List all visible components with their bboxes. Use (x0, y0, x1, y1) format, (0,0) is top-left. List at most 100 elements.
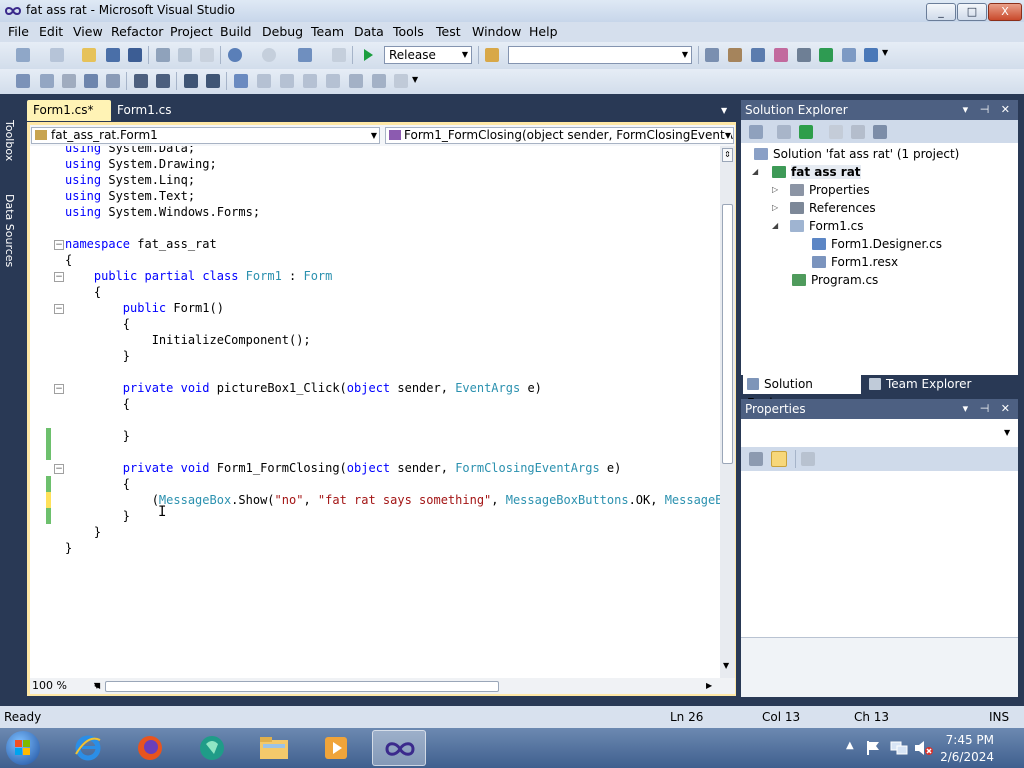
menu-edit[interactable]: Edit (39, 24, 63, 39)
increase-indent-icon[interactable] (156, 74, 170, 88)
taskbar-visual-studio[interactable] (372, 730, 426, 766)
collapse-method-icon[interactable]: − (54, 384, 64, 394)
scroll-right-icon[interactable]: ▶ (706, 681, 712, 690)
previous-bookmark-icon[interactable] (257, 74, 271, 88)
code-line[interactable]: using System.Text; (65, 188, 195, 204)
tree-item-properties[interactable]: ▷ Properties (772, 181, 870, 199)
code-line[interactable]: { (65, 284, 101, 300)
taskbar-app[interactable] (186, 730, 240, 766)
tree-item-program[interactable]: Program.cs (792, 271, 878, 289)
solution-tree[interactable]: Solution 'fat ass rat' (1 project) ◢ fat … (741, 143, 1018, 375)
tree-item-solution[interactable]: Solution 'fat ass rat' (1 project) (754, 145, 959, 163)
code-line[interactable]: { (65, 476, 130, 492)
tab-team-explorer[interactable]: Team Explorer (865, 375, 985, 394)
quick-info-icon[interactable] (62, 74, 76, 88)
menu-help[interactable]: Help (529, 24, 558, 39)
menu-file[interactable]: File (8, 24, 29, 39)
display-word-completion-icon[interactable] (106, 74, 120, 88)
tree-item-form1-designer[interactable]: Form1.Designer.cs (812, 235, 942, 253)
code-line[interactable]: { (65, 316, 130, 332)
code-line[interactable]: public Form1() (65, 300, 224, 316)
copy-icon[interactable] (178, 48, 192, 62)
vertical-scroll-thumb[interactable] (722, 204, 733, 464)
tab-list-dropdown-icon[interactable]: ▼ (721, 106, 727, 115)
taskbar-media-player[interactable] (310, 730, 364, 766)
panel-controls[interactable]: ▾ ⊣ ✕ (963, 100, 1014, 120)
code-line[interactable]: } (65, 348, 130, 364)
collapse-namespace-icon[interactable]: − (54, 240, 64, 250)
properties-grid[interactable] (741, 471, 1018, 637)
members-dropdown[interactable]: Form1_FormClosing(object sender, FormClo… (385, 127, 734, 144)
view-designer-icon[interactable] (851, 125, 865, 139)
menu-window[interactable]: Window (472, 24, 521, 39)
view-class-diagram-icon[interactable] (873, 125, 887, 139)
start-page-icon[interactable] (819, 48, 833, 62)
parameter-info-icon[interactable] (40, 74, 54, 88)
categorized-icon[interactable] (749, 452, 763, 466)
uncomment-icon[interactable] (206, 74, 220, 88)
object-browser-icon[interactable] (751, 48, 765, 62)
decrease-indent-icon[interactable] (134, 74, 148, 88)
navigate-backward-icon[interactable] (298, 48, 312, 62)
collapsed-arrow-icon[interactable]: ▷ (772, 199, 778, 217)
cut-icon[interactable] (156, 48, 170, 62)
volume-muted-icon[interactable] (914, 740, 934, 756)
next-bookmark-in-folder-icon[interactable] (326, 74, 340, 88)
minimize-button[interactable]: _ (926, 3, 956, 21)
types-dropdown[interactable]: fat_ass_rat.Form1 ▼ (31, 127, 380, 144)
toolbox-icon[interactable] (797, 48, 811, 62)
solution-configuration-dropdown[interactable]: Release ▼ (384, 46, 472, 64)
previous-bookmark-in-document-icon[interactable] (349, 74, 363, 88)
properties-object-dropdown[interactable]: ▼ (741, 419, 1018, 448)
code-line[interactable]: namespace fat_ass_rat (65, 236, 217, 252)
redo-icon[interactable] (262, 48, 276, 62)
alphabetical-icon[interactable] (771, 451, 787, 467)
menu-tools[interactable]: Tools (393, 24, 424, 39)
chevron-down-icon[interactable]: ▼ (882, 48, 888, 57)
collapsed-arrow-icon[interactable]: ▷ (772, 181, 778, 199)
properties-icon[interactable] (749, 125, 763, 139)
code-line[interactable]: using System.Windows.Forms; (65, 204, 260, 220)
comment-out-icon[interactable] (184, 74, 198, 88)
refresh-icon[interactable] (799, 125, 813, 139)
add-item-icon[interactable] (50, 48, 64, 62)
open-file-icon[interactable] (82, 48, 96, 62)
start-button[interactable] (6, 731, 40, 765)
tab-form1-cs[interactable]: Form1.cs* (27, 100, 111, 121)
code-line[interactable]: using System.Data; (65, 146, 195, 156)
show-all-files-icon[interactable] (777, 125, 791, 139)
command-window-icon[interactable] (864, 48, 878, 62)
new-project-icon[interactable] (16, 48, 30, 62)
taskbar-explorer[interactable] (248, 730, 302, 766)
complete-word-icon[interactable] (84, 74, 98, 88)
code-line[interactable]: } (65, 524, 101, 540)
code-line[interactable]: } (65, 508, 130, 524)
code-area[interactable]: − − − − − using System.Data; using System… (30, 146, 720, 678)
menu-data[interactable]: Data (354, 24, 384, 39)
collapse-method-icon[interactable]: − (54, 464, 64, 474)
close-button[interactable]: X (988, 3, 1022, 21)
scroll-left-icon[interactable]: ◀ (94, 681, 100, 690)
menu-view[interactable]: View (73, 24, 103, 39)
vertical-scrollbar[interactable]: ⇕ ▼ (720, 146, 735, 678)
chevron-down-icon[interactable]: ▼ (1004, 428, 1010, 437)
expand-arrow-icon[interactable]: ◢ (752, 163, 758, 181)
code-line[interactable]: } (65, 540, 72, 556)
menu-build[interactable]: Build (220, 24, 251, 39)
extension-manager-icon[interactable] (842, 48, 856, 62)
tree-item-form1[interactable]: ◢ Form1.cs (772, 217, 864, 235)
start-debugging-icon[interactable] (361, 48, 375, 62)
clock-date[interactable]: 2/6/2024 (940, 750, 994, 764)
properties-window-icon[interactable] (728, 48, 742, 62)
split-handle-icon[interactable]: ⇕ (722, 148, 733, 162)
code-line[interactable]: private void pictureBox1_Click(object se… (65, 380, 542, 396)
menu-debug[interactable]: Debug (262, 24, 303, 39)
menu-refactor[interactable]: Refactor (111, 24, 163, 39)
code-line[interactable]: public partial class Form1 : Form (65, 268, 332, 284)
tree-item-references[interactable]: ▷ References (772, 199, 876, 217)
menu-team[interactable]: Team (311, 24, 344, 39)
code-line[interactable]: InitializeComponent(); (65, 332, 311, 348)
class-view-icon[interactable] (774, 48, 788, 62)
save-all-icon[interactable] (128, 48, 142, 62)
next-bookmark-icon[interactable] (280, 74, 294, 88)
